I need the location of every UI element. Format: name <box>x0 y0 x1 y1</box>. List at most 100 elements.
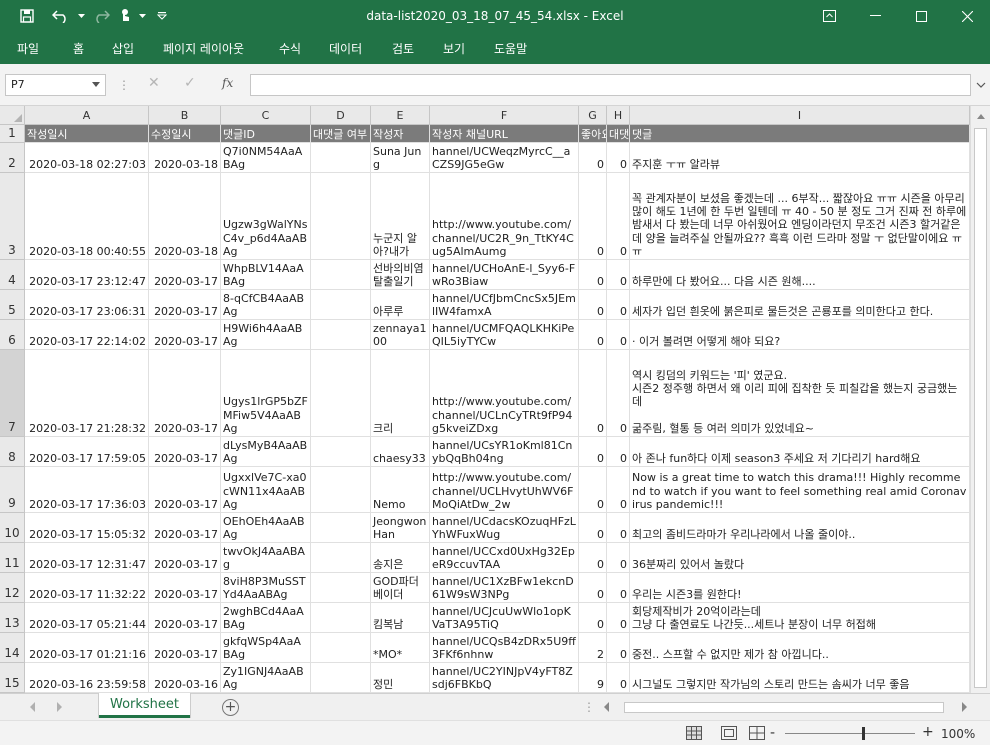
table-cell[interactable]: OEhOEh4AaABAg <box>221 513 311 543</box>
touch-mode-icon[interactable] <box>113 0 139 32</box>
table-cell[interactable]: 8-qCfCB4AaABAg <box>221 290 311 320</box>
table-cell[interactable]: 우리는 시즌3를 원한다! <box>630 573 970 603</box>
table-cell[interactable]: 0 <box>607 290 630 320</box>
table-cell[interactable]: 2020-03-16 23:59:58 <box>25 663 149 693</box>
table-cell[interactable]: 0 <box>579 260 607 290</box>
table-cell[interactable]: gkfqWSp4AaABAg <box>221 633 311 663</box>
table-cell[interactable]: 2020-03-17 22:14:02 <box>25 320 149 350</box>
table-cell[interactable]: 크리 <box>371 350 430 437</box>
table-cell[interactable]: 2020-03-16 <box>149 663 221 693</box>
table-cell[interactable]: 누군지 알아?내가 <box>371 173 430 260</box>
zoom-in-button[interactable]: + <box>922 724 934 740</box>
save-icon[interactable] <box>12 0 42 32</box>
row-header[interactable]: 6 <box>0 320 25 350</box>
table-cell[interactable] <box>311 663 371 693</box>
table-cell[interactable]: 0 <box>607 173 630 260</box>
table-cell[interactable]: 시그널도 그렇지만 작가님의 스토리 만드는 솜씨가 너무 좋음 <box>630 663 970 693</box>
table-cell[interactable]: Nemo <box>371 467 430 513</box>
tab-view[interactable]: 보기 <box>443 40 465 57</box>
insert-function-icon[interactable]: fx <box>222 76 233 90</box>
page-layout-view-icon[interactable] <box>721 726 737 740</box>
table-cell[interactable]: Jeongwon Han <box>371 513 430 543</box>
table-cell[interactable]: 2020-03-17 17:36:03 <box>25 467 149 513</box>
formula-input[interactable] <box>250 74 971 96</box>
table-cell[interactable] <box>311 143 371 173</box>
table-cell[interactable]: chaesy33 <box>371 437 430 467</box>
zoom-slider[interactable] <box>785 733 915 734</box>
table-cell[interactable]: hannel/UC1XzBFw1ekcnD61W9sW3NPg <box>430 573 579 603</box>
zoom-level[interactable]: 100% <box>941 727 975 741</box>
table-cell[interactable]: 역시 킹덤의 키워드는 '피' 였군요. 시즌2 정주행 하면서 왜 이리 피에 … <box>630 350 970 437</box>
header-cell[interactable]: 좋아요 수 <box>579 125 607 143</box>
table-cell[interactable] <box>311 573 371 603</box>
table-cell[interactable]: · 이거 볼려면 어떻게 해야 되요? <box>630 320 970 350</box>
table-cell[interactable]: 정민 <box>371 663 430 693</box>
table-cell[interactable]: 0 <box>607 143 630 173</box>
column-header-d[interactable]: D <box>311 106 371 125</box>
header-cell[interactable]: 댓글 <box>630 125 970 143</box>
table-cell[interactable]: http://www.youtube.com/channel/UC2R_9n_T… <box>430 173 579 260</box>
row-header[interactable]: 11 <box>0 543 25 573</box>
tab-home[interactable]: 홈 <box>73 40 84 57</box>
table-cell[interactable]: 0 <box>607 633 630 663</box>
confirm-entry-icon[interactable]: ✓ <box>184 75 196 91</box>
table-cell[interactable]: hannel/UCCxd0UxHg32EpeR9ccuvTAA <box>430 543 579 573</box>
table-cell[interactable]: 송지은 <box>371 543 430 573</box>
name-box-dropdown-icon[interactable] <box>92 82 100 87</box>
row-header[interactable]: 14 <box>0 633 25 663</box>
table-cell[interactable]: hannel/UCQsB4zDRx5U9ff3FKf6nhnw <box>430 633 579 663</box>
add-sheet-button[interactable]: + <box>222 699 239 716</box>
table-cell[interactable]: Ugys1lrGP5bZFMFiw5V4AaABAg <box>221 350 311 437</box>
table-cell[interactable]: 세자가 입던 흰옷에 붉은피로 물든것은 곤룡포를 의미한다고 한다. <box>630 290 970 320</box>
table-cell[interactable]: 0 <box>607 513 630 543</box>
table-cell[interactable]: 0 <box>579 437 607 467</box>
header-cell[interactable]: 댓글ID <box>221 125 311 143</box>
name-box[interactable]: P7 <box>5 74 106 96</box>
header-cell[interactable]: 대댓글 수 <box>607 125 630 143</box>
column-header-a[interactable]: A <box>25 106 149 125</box>
tab-formulas[interactable]: 수식 <box>279 40 301 57</box>
undo-dropdown-icon[interactable] <box>76 0 86 32</box>
table-cell[interactable]: zennaya100 <box>371 320 430 350</box>
table-cell[interactable]: Q7i0NM54AaABAg <box>221 143 311 173</box>
row-header[interactable]: 2 <box>0 143 25 173</box>
ribbon-display-icon[interactable] <box>806 0 852 32</box>
table-cell[interactable]: UgyNAvaZazPlZy1IGNJ4AaABAg <box>221 663 311 693</box>
table-cell[interactable] <box>311 320 371 350</box>
table-cell[interactable]: 하루만에 다 봤어요... 다음 시즌 원해.... <box>630 260 970 290</box>
table-cell[interactable]: 2020-03-17 15:05:32 <box>25 513 149 543</box>
table-cell[interactable]: 2020-03-18 00:40:55 <box>25 173 149 260</box>
table-cell[interactable]: H9Wi6h4AaABAg <box>221 320 311 350</box>
table-cell[interactable]: 킴복남 <box>371 603 430 633</box>
table-cell[interactable]: Suna Jung <box>371 143 430 173</box>
table-cell[interactable]: 0 <box>579 513 607 543</box>
minimize-icon[interactable] <box>852 0 898 32</box>
zoom-slider-thumb[interactable] <box>862 727 865 740</box>
cancel-entry-icon[interactable]: ✕ <box>148 75 160 91</box>
normal-view-icon[interactable] <box>686 726 702 740</box>
table-cell[interactable]: 0 <box>607 320 630 350</box>
table-cell[interactable]: http://www.youtube.com/channel/UCLHvytUh… <box>430 467 579 513</box>
header-cell[interactable]: 작성자 채널URL <box>430 125 579 143</box>
table-cell[interactable]: 2020-03-18 <box>149 173 221 260</box>
table-cell[interactable] <box>311 260 371 290</box>
table-cell[interactable]: 0 <box>607 603 630 633</box>
table-cell[interactable]: 2020-03-17 <box>149 573 221 603</box>
column-header-g[interactable]: G <box>579 106 607 125</box>
table-cell[interactable]: 2020-03-17 12:31:47 <box>25 543 149 573</box>
table-cell[interactable]: *MO* <box>371 633 430 663</box>
column-header-f[interactable]: F <box>430 106 579 125</box>
table-cell[interactable]: Now is a great time to watch this drama!… <box>630 467 970 513</box>
table-cell[interactable] <box>311 633 371 663</box>
scroll-up-icon[interactable] <box>977 114 985 119</box>
scroll-left-icon[interactable] <box>604 702 609 712</box>
table-cell[interactable]: 0 <box>607 350 630 437</box>
table-cell[interactable] <box>311 513 371 543</box>
tab-page-layout[interactable]: 페이지 레이아웃 <box>163 40 244 57</box>
tab-review[interactable]: 검토 <box>392 40 414 57</box>
header-cell[interactable]: 대댓글 여부 <box>311 125 371 143</box>
table-cell[interactable]: dLysMyB4AaABAg <box>221 437 311 467</box>
header-cell[interactable]: 작성자 <box>371 125 430 143</box>
table-cell[interactable] <box>311 350 371 437</box>
worksheet-grid[interactable]: ABCDEFGHI 1 작성일시 수정일시 댓글ID 대댓글 여부 작성자 작성자 채널UR… <box>0 106 990 693</box>
